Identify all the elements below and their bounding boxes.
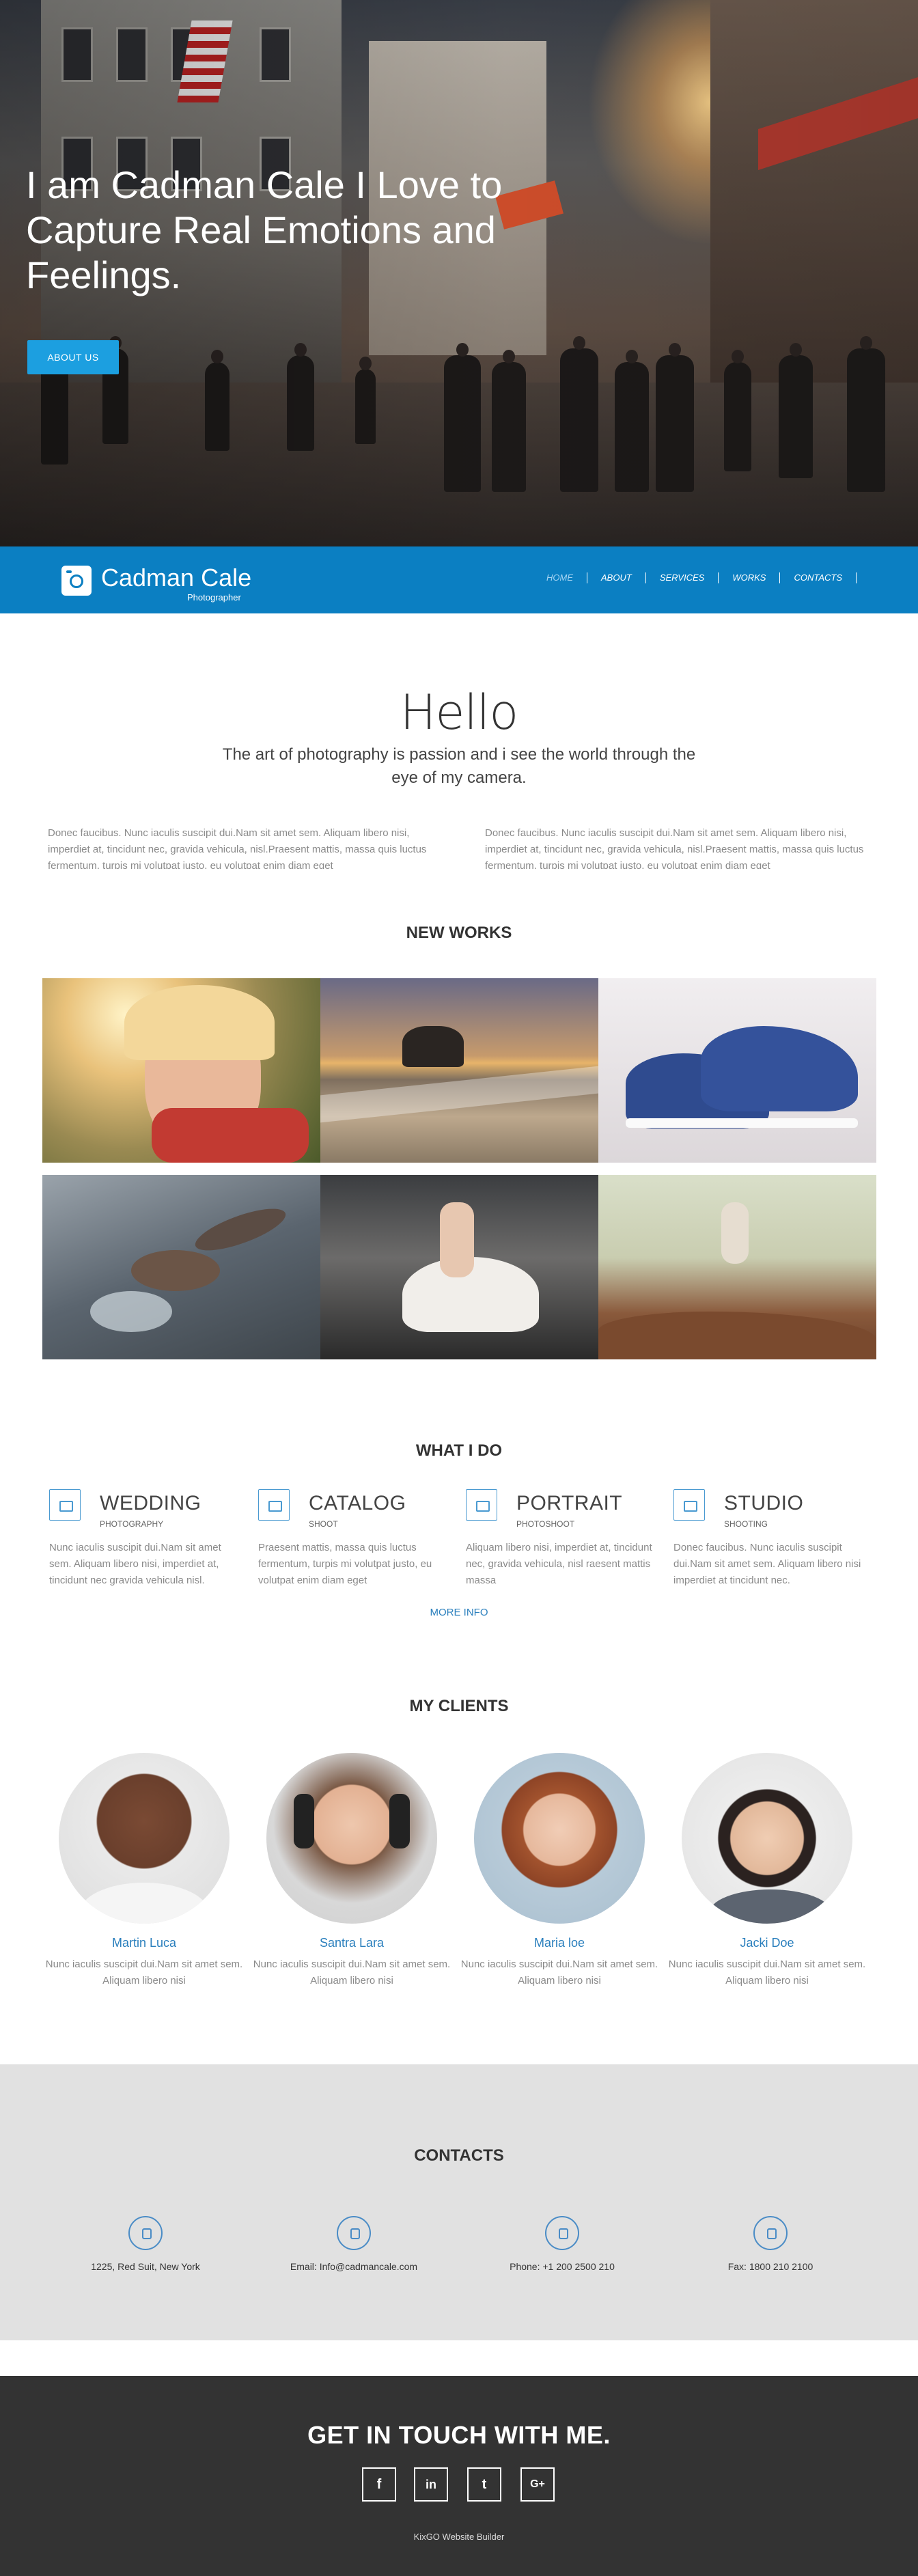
service-title: PORTRAIT [516, 1492, 623, 1514]
hello-text-left: Donec faucibus. Nunc iaculis suscipit du… [48, 827, 427, 869]
twitter-icon[interactable]: t [467, 2467, 501, 2502]
hero-title: I am Cadman Cale I Love to Capture Real … [26, 163, 503, 296]
footer-title: GET IN TOUCH WITH ME. [307, 2421, 611, 2449]
more-info-link[interactable]: MORE INFO [0, 1607, 918, 1618]
client-name[interactable]: Jacki Doe [668, 1936, 866, 1950]
map-pin-icon [128, 2216, 163, 2250]
footer-note[interactable]: KixGO Website Builder [0, 2532, 918, 2542]
about-us-button[interactable]: ABOUT US [27, 340, 119, 374]
navbar: Cadman Cale Photographer HOME ABOUT SERV… [0, 546, 918, 613]
contact-text: Fax: 1800 210 2100 [727, 2261, 813, 2272]
contact-text: 1225, Red Suit, New York [91, 2261, 200, 2272]
mail-icon [337, 2216, 371, 2250]
work-portrait-woman[interactable] [42, 978, 320, 1163]
hello-text-right: Donec faucibus. Nunc iaculis suscipit du… [485, 827, 864, 869]
camera-icon [49, 1489, 81, 1521]
hello-title: Hello [400, 684, 518, 740]
nav-item-about[interactable]: ABOUT [587, 572, 646, 583]
service-title: CATALOG [309, 1492, 406, 1514]
work-beach-sunset[interactable] [320, 978, 598, 1163]
my-clients-title: MY CLIENTS [409, 1697, 509, 1715]
phone-icon [545, 2216, 579, 2250]
service-title: STUDIO [724, 1492, 804, 1514]
work-bride[interactable] [320, 1175, 598, 1359]
client-text: Nunc iaculis suscipit dui.Nam sit amet s… [460, 1958, 658, 1986]
nav-item-works[interactable]: WORKS [719, 572, 781, 583]
new-works-title: NEW WORKS [406, 924, 512, 942]
brand-tagline: Photographer [187, 592, 241, 603]
client-name[interactable]: Martin Luca [45, 1936, 243, 1950]
brush-icon [673, 1489, 705, 1521]
service-subtitle: SHOOTING [724, 1519, 768, 1529]
client-text: Nunc iaculis suscipit dui.Nam sit amet s… [45, 1958, 243, 1986]
service-subtitle: PHOTOGRAPHY [100, 1519, 164, 1529]
image-icon [258, 1489, 290, 1521]
avatar [266, 1753, 437, 1924]
what-i-do-title: WHAT I DO [415, 1441, 503, 1460]
avatar [59, 1753, 230, 1924]
camera-icon[interactable] [61, 566, 92, 596]
linkedin-icon[interactable]: in [414, 2467, 448, 2502]
service-text: Aliquam libero nisi, imperdiet at, tinci… [466, 1542, 652, 1586]
service-subtitle: PHOTOSHOOT [516, 1519, 575, 1529]
contacts-section [0, 2064, 918, 2340]
client-name[interactable]: Santra Lara [253, 1936, 451, 1950]
fax-icon [753, 2216, 788, 2250]
hello-subtitle: The art of photography is passion and i … [222, 745, 696, 787]
footer: GET IN TOUCH WITH ME. f in t G+ KixGO We… [0, 2376, 918, 2576]
facebook-icon[interactable]: f [362, 2467, 396, 2502]
avatar [474, 1753, 645, 1924]
work-bird-flight[interactable] [42, 1175, 320, 1359]
service-subtitle: SHOOT [309, 1519, 338, 1529]
client-text: Nunc iaculis suscipit dui.Nam sit amet s… [668, 1958, 866, 1986]
client-name[interactable]: Maria loe [460, 1936, 658, 1950]
service-text: Donec faucibus. Nunc iaculis suscipit du… [673, 1542, 861, 1586]
nav-item-services[interactable]: SERVICES [646, 572, 719, 583]
contact-text[interactable]: Phone: +1 200 2500 210 [467, 2261, 658, 2272]
client-text: Nunc iaculis suscipit dui.Nam sit amet s… [253, 1958, 451, 1986]
avatar [682, 1753, 852, 1924]
brand-name[interactable]: Cadman Cale [101, 564, 251, 592]
contact-text[interactable]: Email: Info@cadmancale.com [258, 2261, 449, 2272]
service-text: Nunc iaculis suscipit dui.Nam sit amet s… [49, 1542, 221, 1586]
google-plus-icon[interactable]: G+ [520, 2467, 555, 2502]
contacts-title: CONTACTS [414, 2146, 504, 2165]
service-text: Praesent mattis, massa quis luctus ferme… [258, 1542, 432, 1586]
service-title: WEDDING [100, 1492, 201, 1514]
work-jumping-man[interactable] [598, 1175, 876, 1359]
monitor-icon [466, 1489, 497, 1521]
nav-item-home[interactable]: HOME [533, 572, 588, 583]
main-nav: HOME ABOUT SERVICES WORKS CONTACTS [533, 572, 857, 583]
hero-section: I am Cadman Cale I Love to Capture Real … [0, 0, 918, 546]
work-blue-sneakers[interactable] [598, 978, 876, 1163]
nav-item-contacts[interactable]: CONTACTS [780, 572, 857, 583]
